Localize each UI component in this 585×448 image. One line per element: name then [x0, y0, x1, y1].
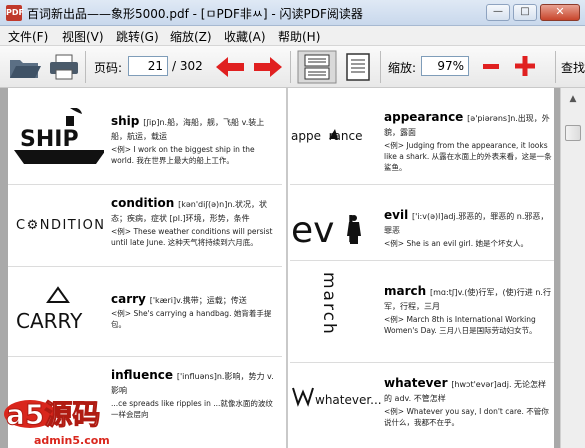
column-divider — [286, 88, 288, 448]
page-total: / 302 — [172, 59, 203, 73]
march-logo-image: march — [320, 272, 339, 336]
condition-logo-text: C⚙NDITION — [16, 218, 106, 233]
entry-example: <例> Whatever you say, I don't care. 不管你说… — [384, 407, 549, 427]
entry-word: condition — [111, 196, 175, 210]
single-page-view-icon[interactable] — [343, 52, 373, 82]
entry-separator — [290, 362, 554, 363]
minimize-icon: — — [493, 6, 503, 17]
toolbar-separator — [85, 51, 86, 83]
appearance-logo-text: appe rance — [291, 129, 362, 143]
entry-appearance: appearance [ə'piərəns]n.出现，外貌，露面 <例> Jud… — [384, 110, 554, 173]
minimize-button[interactable]: — — [486, 4, 510, 21]
open-folder-icon[interactable] — [8, 54, 42, 80]
entry-example: <例> Judging from the appearance, it look… — [384, 141, 552, 172]
entry-word: whatever — [384, 376, 448, 390]
evil-logo-text: ev l — [291, 210, 356, 248]
entry-condition: condition [kən'diʃ(ə)n]n.状况，状态；疾病，症状 [pl… — [111, 196, 279, 248]
appearance-logo-image: appe rance — [291, 129, 362, 143]
entry-example: <例> I work on the biggest ship in the wo… — [111, 145, 255, 165]
toolbar-separator — [290, 51, 291, 83]
entry-example: <例> March 8th is International Working W… — [384, 315, 537, 335]
entry-word: appearance — [384, 110, 464, 124]
evil-logo-image: ev l — [291, 210, 361, 248]
zoom-input[interactable] — [421, 56, 469, 76]
menu-favorites[interactable]: 收藏(A) — [224, 28, 266, 45]
zoom-out-icon[interactable] — [482, 58, 500, 76]
entry-word: march — [384, 284, 427, 298]
entry-separator — [8, 266, 282, 267]
vertical-scrollbar[interactable]: ▲ — [560, 88, 585, 448]
close-icon: ✕ — [555, 5, 565, 18]
entry-example: <例> These weather conditions will persis… — [111, 227, 273, 247]
toolbar-separator — [380, 51, 381, 83]
scroll-up-arrow-icon[interactable]: ▲ — [565, 91, 581, 107]
toolbar: 页码: / 302 缩放: 查找 — [0, 46, 585, 88]
page-number-input[interactable] — [128, 56, 168, 76]
entry-word: influence — [111, 368, 174, 382]
page-label: 页码: — [94, 61, 123, 75]
menu-file[interactable]: 文件(F) — [8, 28, 48, 45]
search-button[interactable]: 查找 — [561, 59, 585, 76]
condition-logo-image: C⚙NDITION — [16, 218, 106, 233]
menu-bar: 文件(F) 视图(V) 跳转(G) 缩放(Z) 收藏(A) 帮助(H) — [0, 26, 585, 46]
entry-ship: ship [ʃip]n.船，海船，舰，飞船 v.装上船，航运，载运 <例> I … — [111, 114, 279, 166]
toolbar-separator — [555, 51, 556, 83]
whatever-logo-text: whatever... — [315, 393, 382, 407]
a5-watermark-logo: a5源码 admin5.com — [4, 398, 110, 447]
close-button[interactable]: ✕ — [540, 4, 580, 21]
entry-separator — [290, 184, 554, 185]
app-pdf-icon: PDF — [6, 5, 24, 21]
carry-logo-text: CARRY — [16, 309, 83, 333]
ship-logo-image: SHIP — [14, 108, 104, 164]
entry-example: <例> She is an evil girl. 她是个坏女人。 — [384, 239, 528, 248]
entry-influence: influence ['influəns]n.影响，势力 v.影响 ...ce … — [111, 368, 279, 420]
watermark-brand: a5源码 — [6, 398, 100, 431]
entry-separator — [290, 260, 554, 261]
entry-word: carry — [111, 292, 146, 306]
zoom-label: 缩放: — [388, 61, 417, 75]
title-bar: PDF 百词新出品——象形5000.pdf - [ㅁPDF非ㅆ] - 闪读PDF… — [0, 0, 585, 26]
maximize-icon: □ — [520, 6, 530, 17]
carry-logo-image: CARRY — [16, 286, 83, 333]
print-icon[interactable] — [48, 53, 80, 81]
entry-phonetic: ['i:v(ə)l]adj.邪恶的，罪恶的 n.邪恶，罪恶 — [384, 212, 549, 235]
maximize-button[interactable]: □ — [513, 4, 537, 21]
window-title: 百词新出品——象形5000.pdf - [ㅁPDF非ㅆ] - 闪读PDF阅读器 — [27, 7, 363, 21]
march-logo-text: march — [320, 272, 339, 336]
entry-separator — [8, 356, 282, 357]
entry-word: evil — [384, 208, 409, 222]
whatever-logo-image: whatever... — [292, 387, 382, 407]
entry-separator — [8, 184, 282, 185]
previous-page-arrow-icon[interactable] — [214, 55, 246, 79]
menu-view[interactable]: 视图(V) — [62, 28, 104, 45]
zoom-in-icon[interactable] — [515, 56, 535, 76]
entry-word: ship — [111, 114, 140, 128]
entry-example: ...ce spreads like ripples in ...就像水面的波纹… — [111, 399, 273, 419]
watermark-url: admin5.com — [34, 434, 110, 447]
entry-evil: evil ['i:v(ə)l]adj.邪恶的，罪恶的 n.邪恶，罪恶 <例> S… — [384, 208, 554, 249]
scroll-thumb[interactable] — [565, 125, 581, 141]
entry-example: <例> She's carrying a handbag. 她背着手提包。 — [111, 309, 272, 329]
entry-phonetic: ['kæri]v.携带；运载；传送 — [149, 296, 247, 305]
ship-logo-text: SHIP — [20, 127, 79, 152]
menu-help[interactable]: 帮助(H) — [278, 28, 320, 45]
menu-goto[interactable]: 跳转(G) — [116, 28, 159, 45]
entry-march: march [mɑ:tʃ]v.(使)行军，(使)行进 n.行军，行程，三月 <例… — [384, 284, 554, 336]
entry-whatever: whatever [hwɔt'evər]adj. 无论怎样的 adv. 不管怎样… — [384, 376, 554, 428]
continuous-page-view-icon[interactable] — [297, 50, 337, 84]
entry-carry: carry ['kæri]v.携带；运载；传送 <例> She's carryi… — [111, 292, 279, 330]
menu-zoom[interactable]: 缩放(Z) — [170, 28, 212, 45]
next-page-arrow-icon[interactable] — [252, 55, 284, 79]
